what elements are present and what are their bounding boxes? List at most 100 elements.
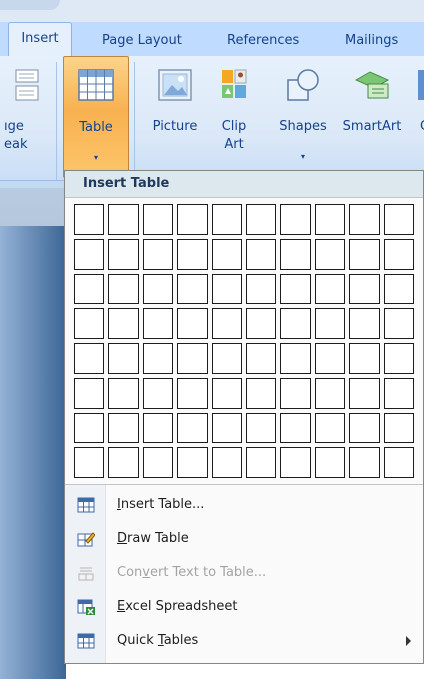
grid-cell[interactable] [280,377,311,409]
grid-cell[interactable] [314,343,346,374]
grid-cell[interactable] [211,204,242,235]
grid-cell[interactable] [211,308,242,339]
grid-cell[interactable] [142,308,174,339]
grid-cell[interactable] [349,273,380,305]
grid-cell[interactable] [177,273,208,305]
grid-cell[interactable] [349,377,380,409]
table-size-grid[interactable] [74,204,414,478]
grid-cell[interactable] [245,204,277,235]
grid-cell[interactable] [314,308,346,339]
grid-cell[interactable] [74,447,105,478]
grid-cell[interactable] [74,238,105,270]
grid-cell[interactable] [211,447,242,478]
grid-cell[interactable] [349,447,380,478]
grid-cell[interactable] [245,238,277,270]
grid-cell[interactable] [314,273,346,305]
grid-cell[interactable] [74,412,105,444]
grid-cell[interactable] [349,238,380,270]
grid-cell[interactable] [142,204,174,235]
grid-cell[interactable] [74,273,105,305]
grid-cell[interactable] [245,273,277,305]
grid-cell[interactable] [383,204,414,235]
grid-cell[interactable] [280,273,311,305]
grid-cell[interactable] [108,308,139,339]
grid-cell[interactable] [280,238,311,270]
grid-cell[interactable] [383,377,414,409]
grid-cell[interactable] [177,377,208,409]
grid-cell[interactable] [108,204,139,235]
grid-cell[interactable] [108,377,139,409]
grid-cell[interactable] [108,343,139,374]
grid-cell[interactable] [349,204,380,235]
grid-cell[interactable] [142,238,174,270]
grid-cell[interactable] [74,204,105,235]
grid-cell[interactable] [142,377,174,409]
grid-cell[interactable] [177,447,208,478]
picture-button-label: Picture [152,119,198,134]
grid-cell[interactable] [177,308,208,339]
grid-cell[interactable] [383,273,414,305]
grid-cell[interactable] [177,204,208,235]
grid-cell[interactable] [211,238,242,270]
smartart-button[interactable]: SmartArt [336,56,408,176]
grid-cell[interactable] [349,308,380,339]
grid-cell[interactable] [383,343,414,374]
grid-cell[interactable] [383,447,414,478]
grid-cell[interactable] [108,273,139,305]
grid-cell[interactable] [108,412,139,444]
grid-cell[interactable] [211,343,242,374]
grid-cell[interactable] [142,273,174,305]
shapes-button[interactable]: Shapes ▾ [272,56,334,176]
tab-references[interactable]: References [227,28,299,54]
grid-cell[interactable] [383,308,414,339]
grid-cell[interactable] [383,238,414,270]
insert-table-menu-item[interactable]: Insert Table... [65,489,423,523]
insert-table-label: Insert Table... [117,497,205,512]
excel-spreadsheet-menu-item[interactable]: Excel Spreadsheet [65,591,423,625]
grid-cell[interactable] [142,343,174,374]
grid-cell[interactable] [245,343,277,374]
grid-cell[interactable] [177,412,208,444]
chevron-down-icon: ▾ [93,153,98,162]
page-break-button[interactable]: ıge eak [0,56,52,176]
grid-cell[interactable] [211,377,242,409]
grid-cell[interactable] [142,447,174,478]
grid-cell[interactable] [280,447,311,478]
tab-mailings[interactable]: Mailings [345,28,398,54]
chart-button[interactable]: C [410,56,424,176]
grid-cell[interactable] [280,343,311,374]
grid-cell[interactable] [245,377,277,409]
grid-cell[interactable] [245,308,277,339]
grid-cell[interactable] [280,308,311,339]
grid-cell[interactable] [314,412,346,444]
grid-cell[interactable] [74,377,105,409]
grid-cell[interactable] [211,412,242,444]
grid-cell[interactable] [177,343,208,374]
grid-cell[interactable] [314,447,346,478]
grid-cell[interactable] [314,238,346,270]
draw-table-menu-item[interactable]: Draw Table [65,523,423,557]
shapes-button-label: Shapes [279,119,327,134]
grid-cell[interactable] [74,343,105,374]
picture-button[interactable]: Picture [142,56,208,176]
grid-cell[interactable] [349,412,380,444]
grid-cell[interactable] [177,238,208,270]
tab-insert[interactable]: Insert [8,22,72,57]
grid-cell[interactable] [314,204,346,235]
grid-cell[interactable] [280,204,311,235]
table-button[interactable]: Table ▾ [63,56,129,178]
grid-cell[interactable] [108,238,139,270]
clip-art-button[interactable]: Clip Art [210,56,258,176]
grid-cell[interactable] [211,273,242,305]
tab-page-layout[interactable]: Page Layout [102,28,182,54]
quick-tables-menu-item[interactable]: Quick Tables [65,625,423,659]
grid-cell[interactable] [245,412,277,444]
grid-cell[interactable] [383,412,414,444]
grid-cell[interactable] [280,412,311,444]
grid-cell[interactable] [142,412,174,444]
grid-cell[interactable] [108,447,139,478]
grid-cell[interactable] [314,377,346,409]
grid-cell[interactable] [74,308,105,339]
grid-cell[interactable] [245,447,277,478]
grid-cell[interactable] [349,343,380,374]
